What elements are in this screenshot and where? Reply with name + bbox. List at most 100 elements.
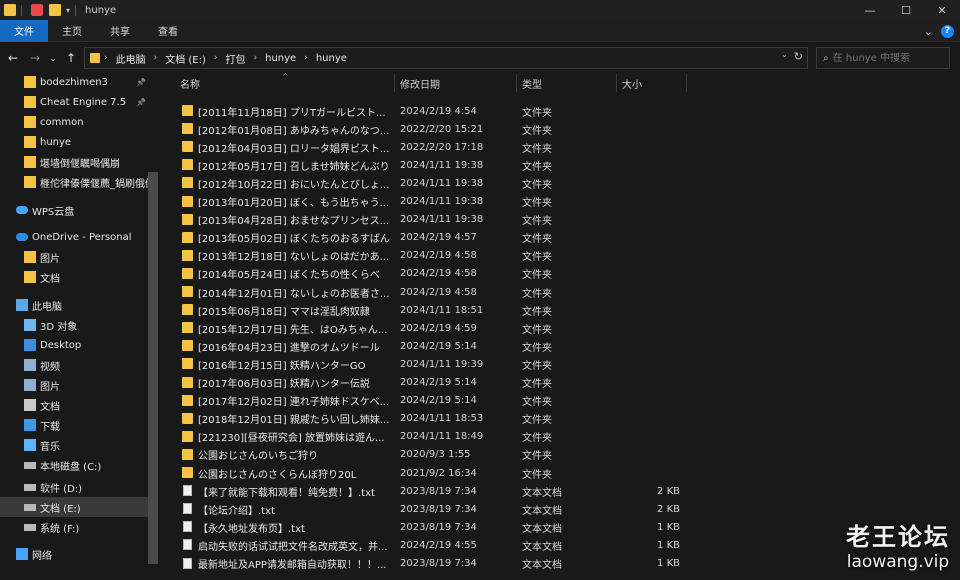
chevron-down-icon[interactable]: ▾ [66,6,70,15]
sidebar-item[interactable]: 榧佗律傣傈偃藨_鍋刷俄倒 [0,172,155,192]
file-row[interactable]: 公園おじさんのいちご狩り 2020/9/3 1:55 文件夹 [160,446,960,464]
sidebar-item[interactable]: 文档 (E:) [0,497,148,517]
file-row[interactable]: 【论坛介绍】.txt 2023/8/19 7:34 文本文档 2 KB [160,500,960,518]
video-icon [24,359,36,371]
file-row[interactable]: 公園おじさんのさくらんぼ狩り20L 2021/9/2 16:34 文件夹 [160,464,960,482]
sidebar-item[interactable]: 系统 (F:) [0,517,148,537]
tab-file[interactable]: 文件 [0,19,48,42]
sidebar-item[interactable]: Cheat Engine 7.5 📌 [0,92,148,112]
sidebar-item[interactable]: hunye [0,132,148,152]
file-row[interactable]: [2017年12月02日] 連れ子姉妹ドスケベ... 2024/2/19 5:14… [160,392,960,410]
pin-icon[interactable]: 📌 [136,98,146,107]
breadcrumb-separator-icon[interactable]: › [154,53,158,63]
file-row[interactable]: 【来了就能下载和观看！纯免费！】.txt 2023/8/19 7:34 文本文档 2 … [160,482,960,500]
close-button[interactable]: ✕ [924,0,960,20]
tab-share[interactable]: 共享 [96,20,144,42]
breadcrumb-separator-icon[interactable]: › [214,53,218,63]
breadcrumb-separator-icon[interactable]: › [104,53,108,63]
file-row[interactable]: [2012年01月08日] あゆみちゃんのなつ... 2022/2/20 15:2… [160,120,960,138]
file-row[interactable]: [2014年12月01日] ないしょのお医者さ... 2024/2/19 4:58… [160,283,960,301]
properties-icon[interactable] [31,4,43,16]
sidebar-item-label: 堪墙倒偃瞩喝偶崩 [40,158,120,170]
search-input[interactable] [832,52,945,64]
breadcrumb-hunye-current[interactable]: hunye [316,53,347,64]
file-row[interactable]: [2014年05月24日] ぼくたちの性くらべ 2024/2/19 4:58 文件夹 [160,265,960,283]
sidebar-item[interactable]: 软件 (D:) [0,477,148,497]
refresh-icon[interactable]: ↻ [794,50,803,63]
address-bar[interactable]: › 此电脑 › 文档 (E:) › 打包 › hunye › hunye ⌄ ↻ [84,47,808,69]
forward-arrow-icon[interactable]: → [26,48,44,68]
new-folder-icon[interactable] [49,4,61,16]
expand-ribbon-icon[interactable]: ⌄ [924,25,933,38]
sidebar-scrollbar[interactable] [148,172,158,564]
help-icon[interactable]: ? [941,24,954,38]
file-row[interactable]: [2013年12月18日] ないしょのはだかあ... 2024/2/19 4:58… [160,247,960,265]
file-row[interactable]: [2013年04月28日] おませなプリンセス... 2024/1/11 19:3… [160,211,960,229]
drive-icon [24,504,36,511]
file-type: 文件夹 [522,179,552,191]
sidebar-item[interactable]: 网络 [0,544,148,564]
file-row[interactable]: 启动失败的话试试把文件名改成英文，并... 2024/2/19 4:55 文本文档 1… [160,536,960,554]
sidebar-item-label: Desktop [40,339,82,351]
column-divider[interactable] [686,74,687,92]
file-date: 2023/8/19 7:34 [400,521,477,533]
sidebar-item[interactable]: 文档 [0,395,148,415]
folder-icon [24,136,36,148]
file-row[interactable]: [221230][昼夜研究会] 放置姉妹は遊ん... 2024/1/11 18:4… [160,428,960,446]
folder-icon [182,177,193,189]
file-type: 文件夹 [522,379,552,390]
sidebar-item[interactable]: 下载 [0,415,148,435]
sidebar-item[interactable]: 此电脑 [0,295,148,315]
folder-icon [24,156,36,168]
sidebar-item[interactable]: Desktop [0,335,148,355]
sidebar-item[interactable]: bodezhimen3 📌 [0,72,148,92]
file-row[interactable]: 【永久地址发布页】.txt 2023/8/19 7:34 文本文档 1 KB [160,518,960,536]
sidebar-item[interactable]: 文档 [0,267,148,287]
breadcrumb-separator-icon[interactable]: › [304,53,308,63]
file-row[interactable]: [2011年11月18日] プリTガールビスト... 2024/2/19 4:54… [160,102,960,120]
file-row[interactable]: 最新地址及APP请发邮箱自动获取！！！... 2023/8/19 7:34 文本文档… [160,555,960,573]
sidebar-item[interactable]: 3D 对象 [0,315,148,335]
sidebar-item[interactable]: 图片 [0,375,148,395]
column-type-header[interactable]: 类型 [516,72,616,94]
desktop-icon [24,339,36,351]
maximize-button[interactable]: ☐ [888,0,924,20]
file-row[interactable]: [2012年05月17日] 召しませ姉妹どんぶり 2024/1/11 19:38 文… [160,156,960,174]
file-row[interactable]: [2015年06月18日] ママは淫乱肉奴隷 2024/1/11 18:51 文件夹 [160,301,960,319]
file-row[interactable]: [2012年04月03日] ロリータ娼界ビスト... 2022/2/20 17:1… [160,138,960,156]
file-row[interactable]: [2015年12月17日] 先生、はOみちゃん... 2024/2/19 4:59… [160,319,960,337]
breadcrumb-this-pc[interactable]: 此电脑 [116,51,146,66]
sidebar-item[interactable]: 堪墙倒偃瞩喝偶崩 [0,152,148,172]
file-name: 启动失败的话试试把文件名改成英文，并... [198,541,388,553]
column-date-header[interactable]: 修改日期 [394,72,516,94]
sidebar-item[interactable]: OneDrive - Personal [0,227,148,247]
sidebar-item[interactable]: 图片 [0,247,148,267]
minimize-button[interactable]: — [852,0,888,20]
column-size-header[interactable]: 大小 [616,72,686,94]
sidebar-item[interactable]: 音乐 [0,435,148,455]
folder-icon [182,231,193,243]
tab-home[interactable]: 主页 [48,20,96,42]
file-row[interactable]: [2016年04月23日] 進撃のオムツドール 2024/2/19 5:14 文件夹 [160,337,960,355]
file-row[interactable]: [2016年12月15日] 妖精ハンターGO 2024/1/11 19:39 文件夹 [160,355,960,373]
back-arrow-icon[interactable]: ← [4,48,22,68]
breadcrumb-separator-icon[interactable]: › [254,53,258,63]
breadcrumb-hunye-parent[interactable]: hunye [265,53,296,64]
search-box[interactable]: ⌕ [816,47,950,69]
address-dropdown-icon[interactable]: ⌄ [781,50,788,63]
sidebar-item[interactable]: common [0,112,148,132]
up-arrow-icon[interactable]: ↑ [62,48,80,68]
sidebar-item[interactable]: 视频 [0,355,148,375]
breadcrumb-drive-e[interactable]: 文档 (E:) [165,51,206,66]
file-row[interactable]: [2013年01月20日] ぼく、もう出ちゃう... 2024/1/11 19:3… [160,193,960,211]
file-row[interactable]: [2012年10月22日] おにいたんとびしょ... 2024/1/11 19:3… [160,174,960,192]
breadcrumb-pack[interactable]: 打包 [226,51,246,66]
file-row[interactable]: [2017年06月03日] 妖精ハンター伝説 2024/2/19 5:14 文件夹 [160,374,960,392]
sidebar-item[interactable]: WPS云盘 [0,200,148,220]
tab-view[interactable]: 查看 [144,20,192,42]
file-row[interactable]: [2018年12月01日] 親戚たらい回し姉妹... 2024/1/11 18:5… [160,410,960,428]
sidebar-item[interactable]: 本地磁盘 (C:) [0,455,148,475]
pin-icon[interactable]: 📌 [136,78,146,87]
recent-locations-icon[interactable]: ⌄ [48,48,58,68]
file-row[interactable]: [2013年05月02日] ぼくたちのおるすばん 2024/2/19 4:57 文件… [160,229,960,247]
